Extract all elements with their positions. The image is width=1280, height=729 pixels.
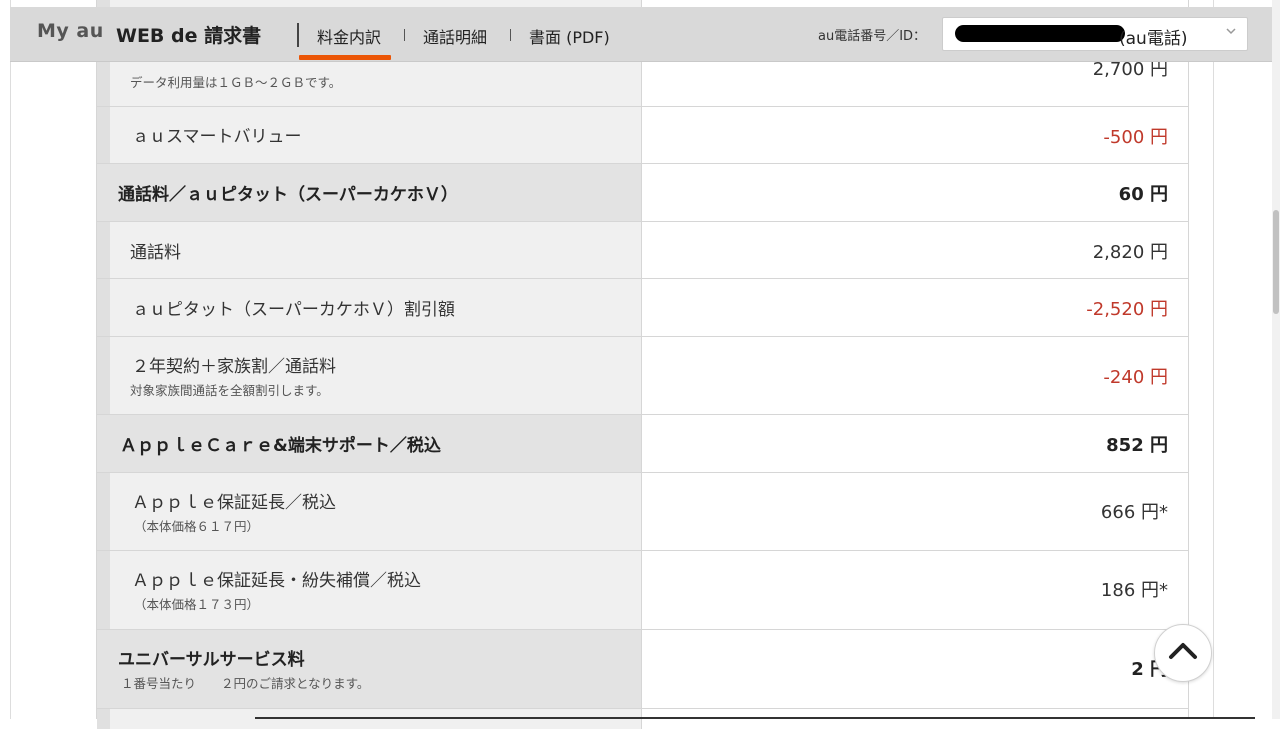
section-amount: 852 円 <box>1106 435 1168 456</box>
row-label-cell: 通話料 <box>97 222 642 278</box>
row-label: 通話料 <box>130 243 181 263</box>
table-row: 通話料 2,820 円 <box>97 222 1188 279</box>
table-section-row: ＡｐｐｌｅＣａｒｅ&端末サポート／税込 852 円 <box>97 415 1188 473</box>
row-label-cell: ａｕスマートバリュー <box>97 107 642 163</box>
service-title[interactable]: WEB de 請求書 <box>116 21 261 48</box>
redacted-phone-number <box>955 25 1125 42</box>
table-row: Ａｐｐｌｅ保証延長・紛失補償／税込 （本体価格１７３円） 186 円* <box>97 551 1188 630</box>
row-value-cell: -500 円 <box>643 107 1188 163</box>
row-value-cell: 2,820 円 <box>643 222 1188 278</box>
section-label: ＡｐｐｌｅＣａｒｅ&端末サポート／税込 <box>120 436 441 456</box>
row-amount: -2,520 円 <box>1086 299 1168 320</box>
row-value-cell: -240 円 <box>643 337 1188 414</box>
table-row: ２年契約＋家族割／通話料 対象家族間通話を全額割引します。 -240 円 <box>97 337 1188 415</box>
scrollbar-track[interactable] <box>1272 0 1280 719</box>
row-amount: -500 円 <box>1103 127 1168 148</box>
row-value-cell: 2 円 <box>643 630 1188 708</box>
chevron-down-icon <box>1225 25 1237 41</box>
row-label: Ａｐｐｌｅ保証延長／税込 <box>132 493 336 513</box>
row-label: Ａｐｐｌｅ保証延長・紛失補償／税込 <box>132 571 421 591</box>
myau-logo[interactable]: My au <box>37 20 104 42</box>
row-note: 対象家族間通話を全額割引します。 <box>130 383 329 398</box>
row-value-cell: 186 円* <box>643 551 1188 629</box>
phone-id-suffix: (au電話) <box>1119 29 1188 49</box>
tab-pdf-document[interactable]: 書面 (PDF) <box>529 24 610 48</box>
row-label: ２年契約＋家族割／通話料 <box>132 357 336 377</box>
phone-id-select[interactable]: (au電話) <box>942 17 1248 51</box>
active-tab-indicator <box>299 55 391 60</box>
table-section-row: ユニバーサルサービス料 １番号当たり ２円のご請求となります。 2 円 <box>97 630 1188 709</box>
row-note: （本体価格６１７円） <box>134 519 260 534</box>
row-note: （本体価格１７３円） <box>134 597 260 612</box>
row-value-cell: 60 円 <box>643 164 1188 221</box>
row-label: ａｕスマートバリュー <box>132 127 302 147</box>
row-label-cell: ＡｐｐｌｅＣａｒｅ&端末サポート／税込 <box>97 415 642 472</box>
section-label: 通話料／ａｕピタット（スーパーカケホＶ） <box>118 185 458 205</box>
section-label: ユニバーサルサービス料 <box>118 650 305 670</box>
row-label-cell: ユニバーサルサービス料 １番号当たり ２円のご請求となります。 <box>97 630 642 708</box>
row-label-cell: Ａｐｐｌｅ保証延長・紛失補償／税込 （本体価格１７３円） <box>97 551 642 629</box>
row-label: ａｕピタット（スーパーカケホＶ）割引額 <box>132 300 455 320</box>
row-note: データ利用量は１ＧＢ～２ＧＢです。 <box>130 75 342 90</box>
nav-separator <box>510 29 511 41</box>
row-amount: 186 円* <box>1100 580 1168 601</box>
header-divider <box>297 23 299 47</box>
row-amount: -240 円 <box>1103 367 1168 388</box>
row-note: １番号当たり ２円のご請求となります。 <box>121 676 370 691</box>
row-label-cell: ２年契約＋家族割／通話料 対象家族間通話を全額割引します。 <box>97 337 642 414</box>
scrollbar-thumb[interactable] <box>1273 210 1279 314</box>
row-amount: 2,820 円 <box>1092 242 1168 263</box>
table-row <box>97 709 1188 729</box>
row-label-cell: Ａｐｐｌｅ保証延長／税込 （本体価格６１７円） <box>97 473 642 550</box>
table-row: ａｕスマートバリュー -500 円 <box>97 107 1188 164</box>
row-amount: 666 円* <box>1100 502 1168 523</box>
table-section-row: 通話料／ａｕピタット（スーパーカケホＶ） 60 円 <box>97 164 1188 222</box>
tab-call-details[interactable]: 通話明細 <box>423 24 487 48</box>
section-amount: 60 円 <box>1118 184 1168 205</box>
row-value-cell <box>643 709 1188 729</box>
back-to-top-button[interactable] <box>1154 624 1212 682</box>
row-label-cell: ａｕピタット（スーパーカケホＶ）割引額 <box>97 279 642 336</box>
tab-charges-breakdown[interactable]: 料金内訳 <box>317 24 381 48</box>
row-label-cell: 通話料／ａｕピタット（スーパーカケホＶ） <box>97 164 642 221</box>
row-label-cell <box>97 709 642 729</box>
table-row: ａｕピタット（スーパーカケホＶ）割引額 -2,520 円 <box>97 279 1188 337</box>
row-value-cell: 666 円* <box>643 473 1188 550</box>
row-value-cell: -2,520 円 <box>643 279 1188 336</box>
charges-table: データ利用量は１ＧＢ～２ＧＢです。 2,700 円 ａｕスマートバリュー -50… <box>96 0 1189 729</box>
row-value-cell: 852 円 <box>643 415 1188 472</box>
top-header: My au WEB de 請求書 料金内訳 通話明細 書面 (PDF) au電話… <box>10 7 1272 62</box>
chevron-up-icon <box>1169 643 1197 659</box>
phone-id-label: au電話番号／ID： <box>818 29 927 44</box>
table-row: Ａｐｐｌｅ保証延長／税込 （本体価格６１７円） 666 円* <box>97 473 1188 551</box>
nav-separator <box>404 29 405 41</box>
